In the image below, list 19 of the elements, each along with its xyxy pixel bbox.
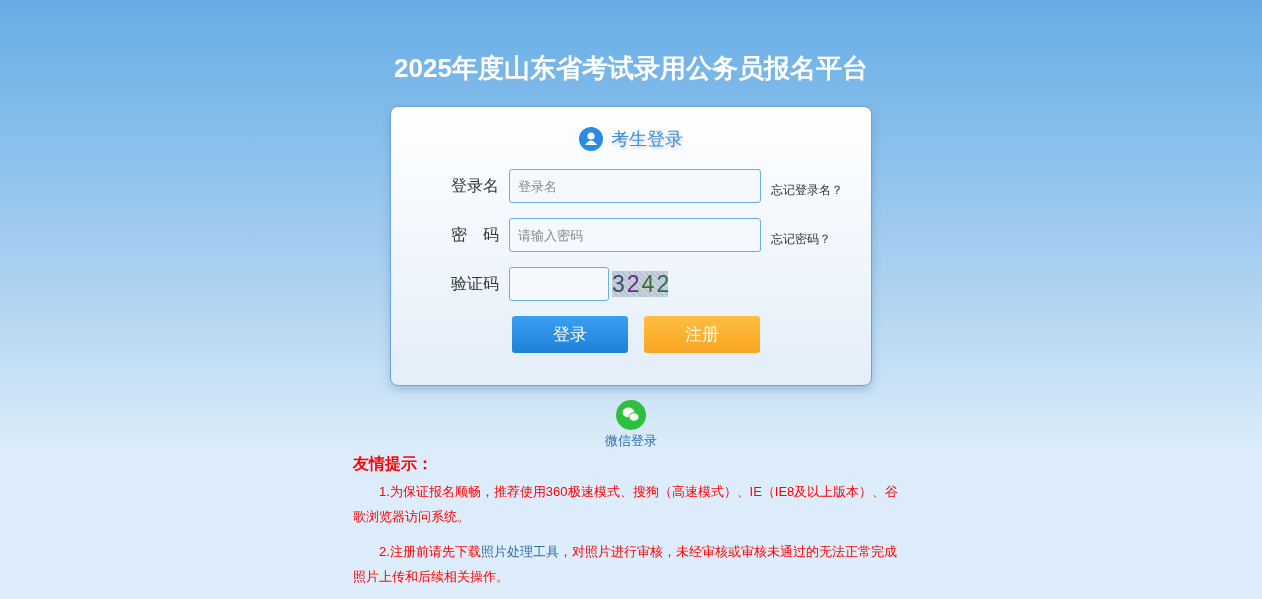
wechat-icon[interactable] [616, 400, 646, 430]
user-icon [579, 127, 603, 151]
login-button[interactable]: 登录 [512, 316, 628, 353]
photo-tool-link[interactable]: 照片处理工具 [480, 544, 559, 559]
password-field[interactable]: 请输入密码 [509, 218, 761, 252]
tip-paragraph: 2.注册前请先下载照片处理工具，对照片进行审核，未经审核或审核未通过的无法正常完成照片上传和后续相关操作。 [353, 543, 898, 586]
forgot-link[interactable]: 忘记密码？ [771, 230, 831, 248]
page-title: 2025年度山东省考试录用公务员报名平台 [394, 52, 868, 85]
field-label: 验证码 [451, 273, 500, 294]
forgot-link[interactable]: 忘记登录名？ [771, 181, 843, 199]
wechat-login-link[interactable]: 微信登录 [605, 432, 657, 450]
field-label: 密 码 [451, 224, 500, 245]
field-label: 登录名 [451, 175, 500, 196]
captcha-image[interactable]: 3242 [612, 271, 668, 297]
username-field[interactable]: 登录名 [509, 169, 761, 203]
captcha-field[interactable] [509, 267, 609, 301]
tip-paragraph: 1.为保证报名顺畅，推荐使用360极速模式、搜狗（高速模式）、IE（IE8及以上版本）、谷歌浏览器访问系统。 [353, 483, 900, 526]
tips-heading: 友情提示： [353, 454, 434, 474]
login-heading: 考生登录 [611, 128, 683, 151]
